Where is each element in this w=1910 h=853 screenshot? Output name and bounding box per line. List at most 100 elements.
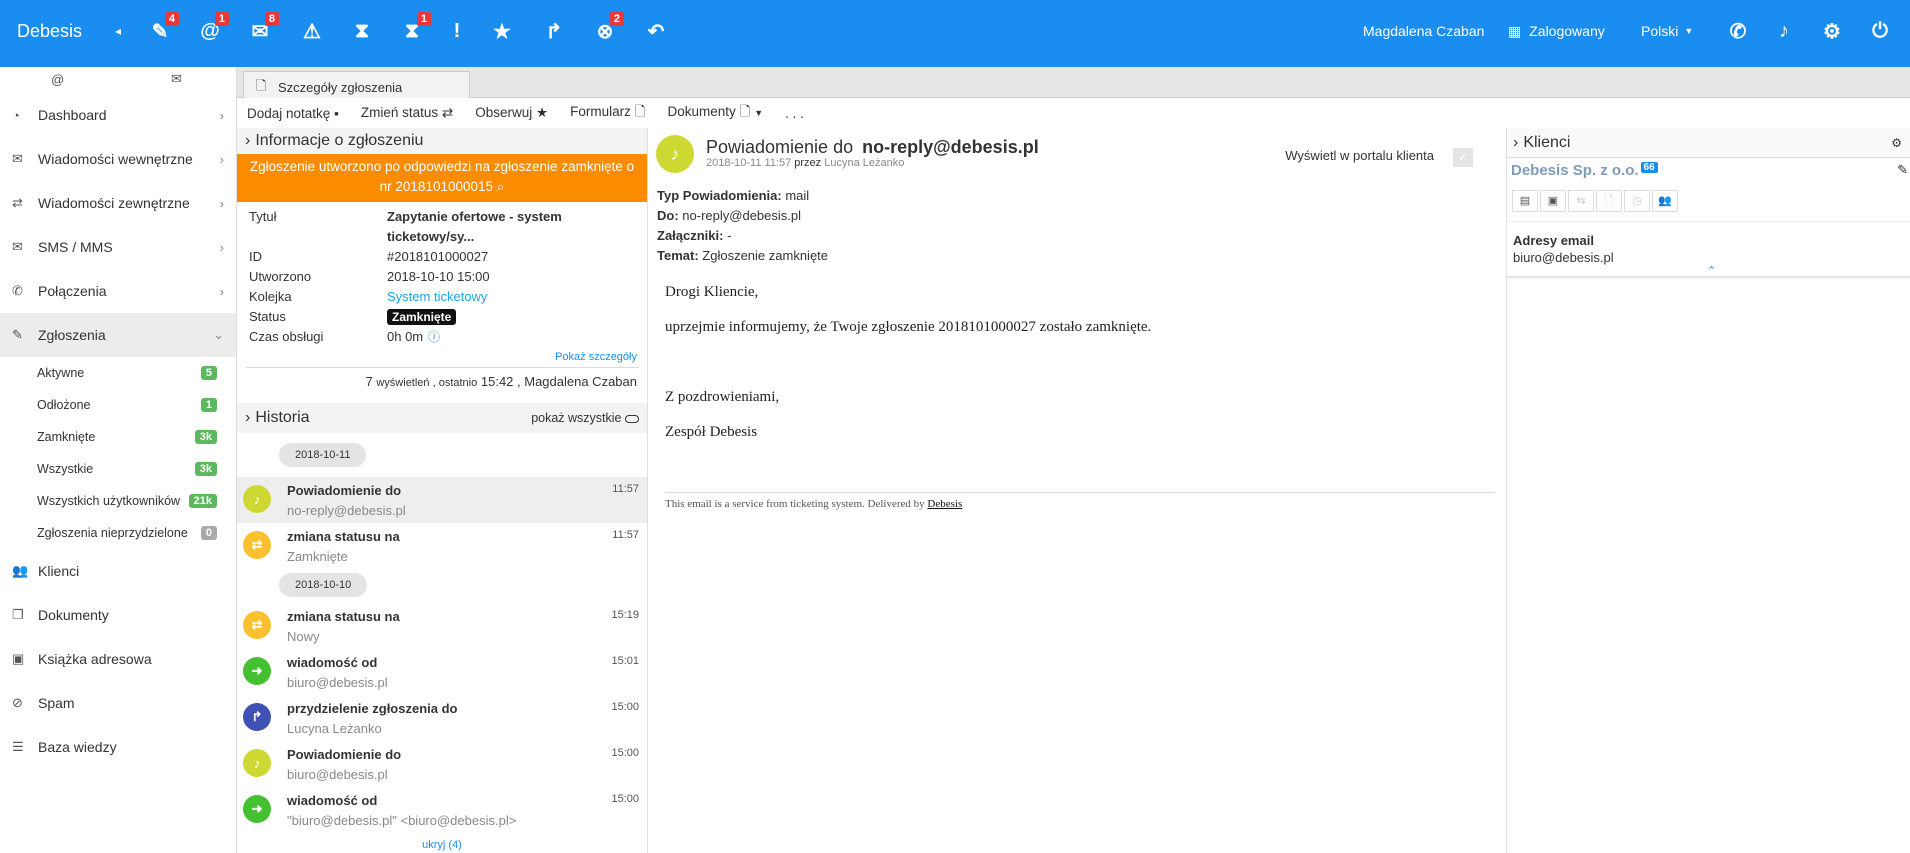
- footer-link[interactable]: Debesis: [927, 498, 962, 510]
- bell-icon[interactable]: ♪: [1764, 0, 1804, 62]
- power-icon[interactable]: ⏻: [1860, 0, 1900, 62]
- history-item[interactable]: ⇄ zmiana statusu na Zamknięte 11:57: [237, 523, 647, 569]
- clients-header[interactable]: › Klienci ⚙: [1507, 128, 1910, 158]
- info-row-time: Czas obsługi 0h 0m ⓘ: [237, 327, 647, 347]
- documents-icon: ❐: [12, 607, 24, 622]
- history-item[interactable]: ➜ wiadomość od "biuro@debesis.pl" <biuro@d…: [237, 787, 647, 833]
- reopened-alert[interactable]: Zgłoszenie utworzono po odpowiedzi na zg…: [237, 154, 647, 202]
- reply-icon[interactable]: ↶: [636, 0, 676, 62]
- change-status-button[interactable]: Zmień status ⇄: [361, 105, 453, 121]
- sidebar-item-calls[interactable]: ✆ Połączenia ›: [0, 269, 236, 313]
- id-value: #2018101000027: [387, 249, 489, 264]
- hourglass-icon[interactable]: ⧗: [342, 0, 382, 62]
- title-value: Zapytanie ofertowe - system ticketowy/sy…: [387, 209, 562, 244]
- transfer-icon[interactable]: ⇆: [1568, 190, 1594, 212]
- close-circle-icon[interactable]: ⊗ 2: [585, 0, 625, 62]
- settings-icon[interactable]: ⚙: [1812, 0, 1852, 62]
- sidebar-subitem-all-users[interactable]: Wszystkich użytkowników 21k: [0, 485, 236, 517]
- sidebar-item-external-messages[interactable]: ⇄ Wiadomości zewnętrzne ›: [0, 181, 236, 225]
- body-signature: Zespół Debesis: [665, 424, 758, 440]
- alert-text: Zgłoszenie utworzono po odpowiedzi na zg…: [249, 159, 635, 194]
- brand-logo[interactable]: Debesis: [17, 0, 82, 62]
- history-time: 15:00: [611, 747, 639, 759]
- star-icon[interactable]: ★: [482, 0, 522, 62]
- sidebar-subitem-all[interactable]: Wszystkie 3k: [0, 453, 236, 485]
- chevron-right-icon: ›: [219, 239, 224, 255]
- history-item[interactable]: ↱ przydzielenie zgłoszenia do Lucyna Leżan…: [237, 695, 647, 741]
- history-header-label: Historia: [255, 409, 310, 426]
- user-name[interactable]: Magdalena Czaban: [1363, 0, 1484, 62]
- sidebar-item-tickets[interactable]: ✎ Zgłoszenia ⌄: [0, 313, 236, 357]
- sidebar-item-documents[interactable]: ❐ Dokumenty: [0, 593, 236, 637]
- history-item[interactable]: ♪ Powiadomienie do no-reply@debesis.pl 11:5…: [237, 477, 647, 523]
- subitem-label: Zgłoszenia nieprzydzielone: [37, 526, 188, 540]
- sidebar-subitem-active[interactable]: Aktywne 5: [0, 357, 236, 389]
- history-title: przydzielenie zgłoszenia do: [287, 701, 458, 716]
- chevron-up-icon[interactable]: ⌃: [1513, 266, 1910, 277]
- form-button[interactable]: Formularz 🗋: [570, 102, 645, 125]
- envelope-icon[interactable]: ✉: [171, 71, 182, 87]
- sign-in-icon: ➜: [243, 795, 271, 823]
- observe-button[interactable]: Obserwuj ★: [475, 105, 548, 121]
- info-section-header[interactable]: › Informacje o zgłoszeniu: [237, 128, 647, 154]
- users-icon[interactable]: 👥: [1652, 190, 1678, 212]
- check-icon[interactable]: ✓: [1453, 148, 1473, 167]
- message-fields: Typ Powiadomienia: mail Do: no-reply@deb…: [649, 173, 1506, 266]
- contact-icon[interactable]: ▣: [1540, 190, 1566, 212]
- history-title: zmiana statusu na: [287, 529, 400, 544]
- mentions-icon[interactable]: @1: [190, 0, 230, 62]
- show-details-link[interactable]: Pokaż szczegóły: [237, 347, 647, 367]
- more-button[interactable]: . . .: [785, 106, 804, 121]
- status-menu[interactable]: ▦ Zalogowany: [1508, 0, 1605, 62]
- card-icon[interactable]: ▤: [1512, 190, 1538, 212]
- hide-history-link[interactable]: ukryj (4): [237, 833, 647, 851]
- sidebar-item-label: Dokumenty: [38, 607, 109, 623]
- documents-dropdown[interactable]: Dokumenty 🗋 ▼: [668, 102, 764, 125]
- sidebar-item-clients[interactable]: 👥 Klienci: [0, 549, 236, 593]
- sidebar-item-label: Wiadomości zewnętrzne: [38, 195, 190, 211]
- status-badge: Zamknięte: [387, 309, 457, 325]
- add-note-button[interactable]: Dodaj notatkę ▪: [247, 106, 339, 121]
- collapse-sidebar-icon[interactable]: ◂: [108, 0, 128, 62]
- history-item[interactable]: ♪ Powiadomienie do biuro@debesis.pl 15:00: [237, 741, 647, 787]
- file-icon[interactable]: 🗋: [1596, 190, 1622, 212]
- subject-value: Zgłoszenie zamknięte: [702, 248, 829, 263]
- type-value: mail: [785, 188, 810, 203]
- history-item[interactable]: ⇄ zmiana statusu na Nowy 15:19: [237, 603, 647, 649]
- info-row-status: Status Zamknięte: [237, 307, 647, 327]
- clock-icon[interactable]: ◷: [1624, 190, 1650, 212]
- tickets-icon[interactable]: ✎ 4: [140, 0, 180, 62]
- info-icon[interactable]: ⓘ: [428, 327, 440, 347]
- phone-icon[interactable]: ✆: [1718, 0, 1758, 62]
- sidebar-item-internal-messages[interactable]: ✉ Wiadomości wewnętrzne ›: [0, 137, 236, 181]
- show-all-toggle[interactable]: pokaż wszystkie: [531, 411, 639, 425]
- warning-icon[interactable]: ⚠: [292, 0, 332, 62]
- forward-icon[interactable]: ↱: [534, 0, 574, 62]
- sidebar-subitem-closed[interactable]: Zamknięte 3k: [0, 421, 236, 453]
- sidebar-subitem-postponed[interactable]: Odłożone 1: [0, 389, 236, 421]
- sidebar-subitem-unassigned[interactable]: Zgłoszenia nieprzydzielone 0: [0, 517, 236, 549]
- gear-icon[interactable]: ⚙: [1891, 136, 1902, 150]
- sidebar-item-spam[interactable]: ⊘ Spam: [0, 681, 236, 725]
- message-title: Powiadomienie do no-reply@debesis.pl: [706, 137, 1039, 158]
- at-icon[interactable]: @: [51, 72, 64, 87]
- sidebar-item-sms[interactable]: ✉ SMS / MMS ›: [0, 225, 236, 269]
- hourglass-half-icon[interactable]: ⧗ 1: [392, 0, 432, 62]
- email-value[interactable]: biuro@debesis.pl: [1513, 249, 1910, 266]
- sidebar-quick-icons: @ ✉: [0, 67, 236, 93]
- portal-link[interactable]: Wyświetl w portalu klienta: [1285, 148, 1434, 163]
- chat-icon[interactable]: ✉ 8: [240, 0, 280, 62]
- queue-link[interactable]: System ticketowy: [387, 287, 487, 307]
- mentions-badge: 1: [214, 12, 229, 26]
- language-select[interactable]: Polski ▼: [1641, 0, 1693, 62]
- ticket-icon[interactable]: ✎: [1897, 162, 1908, 178]
- company-name[interactable]: Debesis Sp. z o.o.: [1511, 162, 1639, 179]
- history-item[interactable]: ➜ wiadomość od biuro@debesis.pl 15:01: [237, 649, 647, 695]
- sidebar-item-dashboard[interactable]: ◔ Dashboard ›: [0, 93, 236, 137]
- exclamation-icon[interactable]: !: [437, 0, 477, 62]
- tab-ticket-details[interactable]: 🗋 Szczegóły zgłoszenia: [243, 71, 470, 98]
- sidebar-item-address-book[interactable]: ▣ Książka adresowa: [0, 637, 236, 681]
- history-section-header[interactable]: › Historia pokaż wszystkie: [237, 403, 647, 433]
- sidebar-item-knowledge-base[interactable]: ☰ Baza wiedzy: [0, 725, 236, 769]
- tab-label: Szczegóły zgłoszenia: [278, 80, 403, 95]
